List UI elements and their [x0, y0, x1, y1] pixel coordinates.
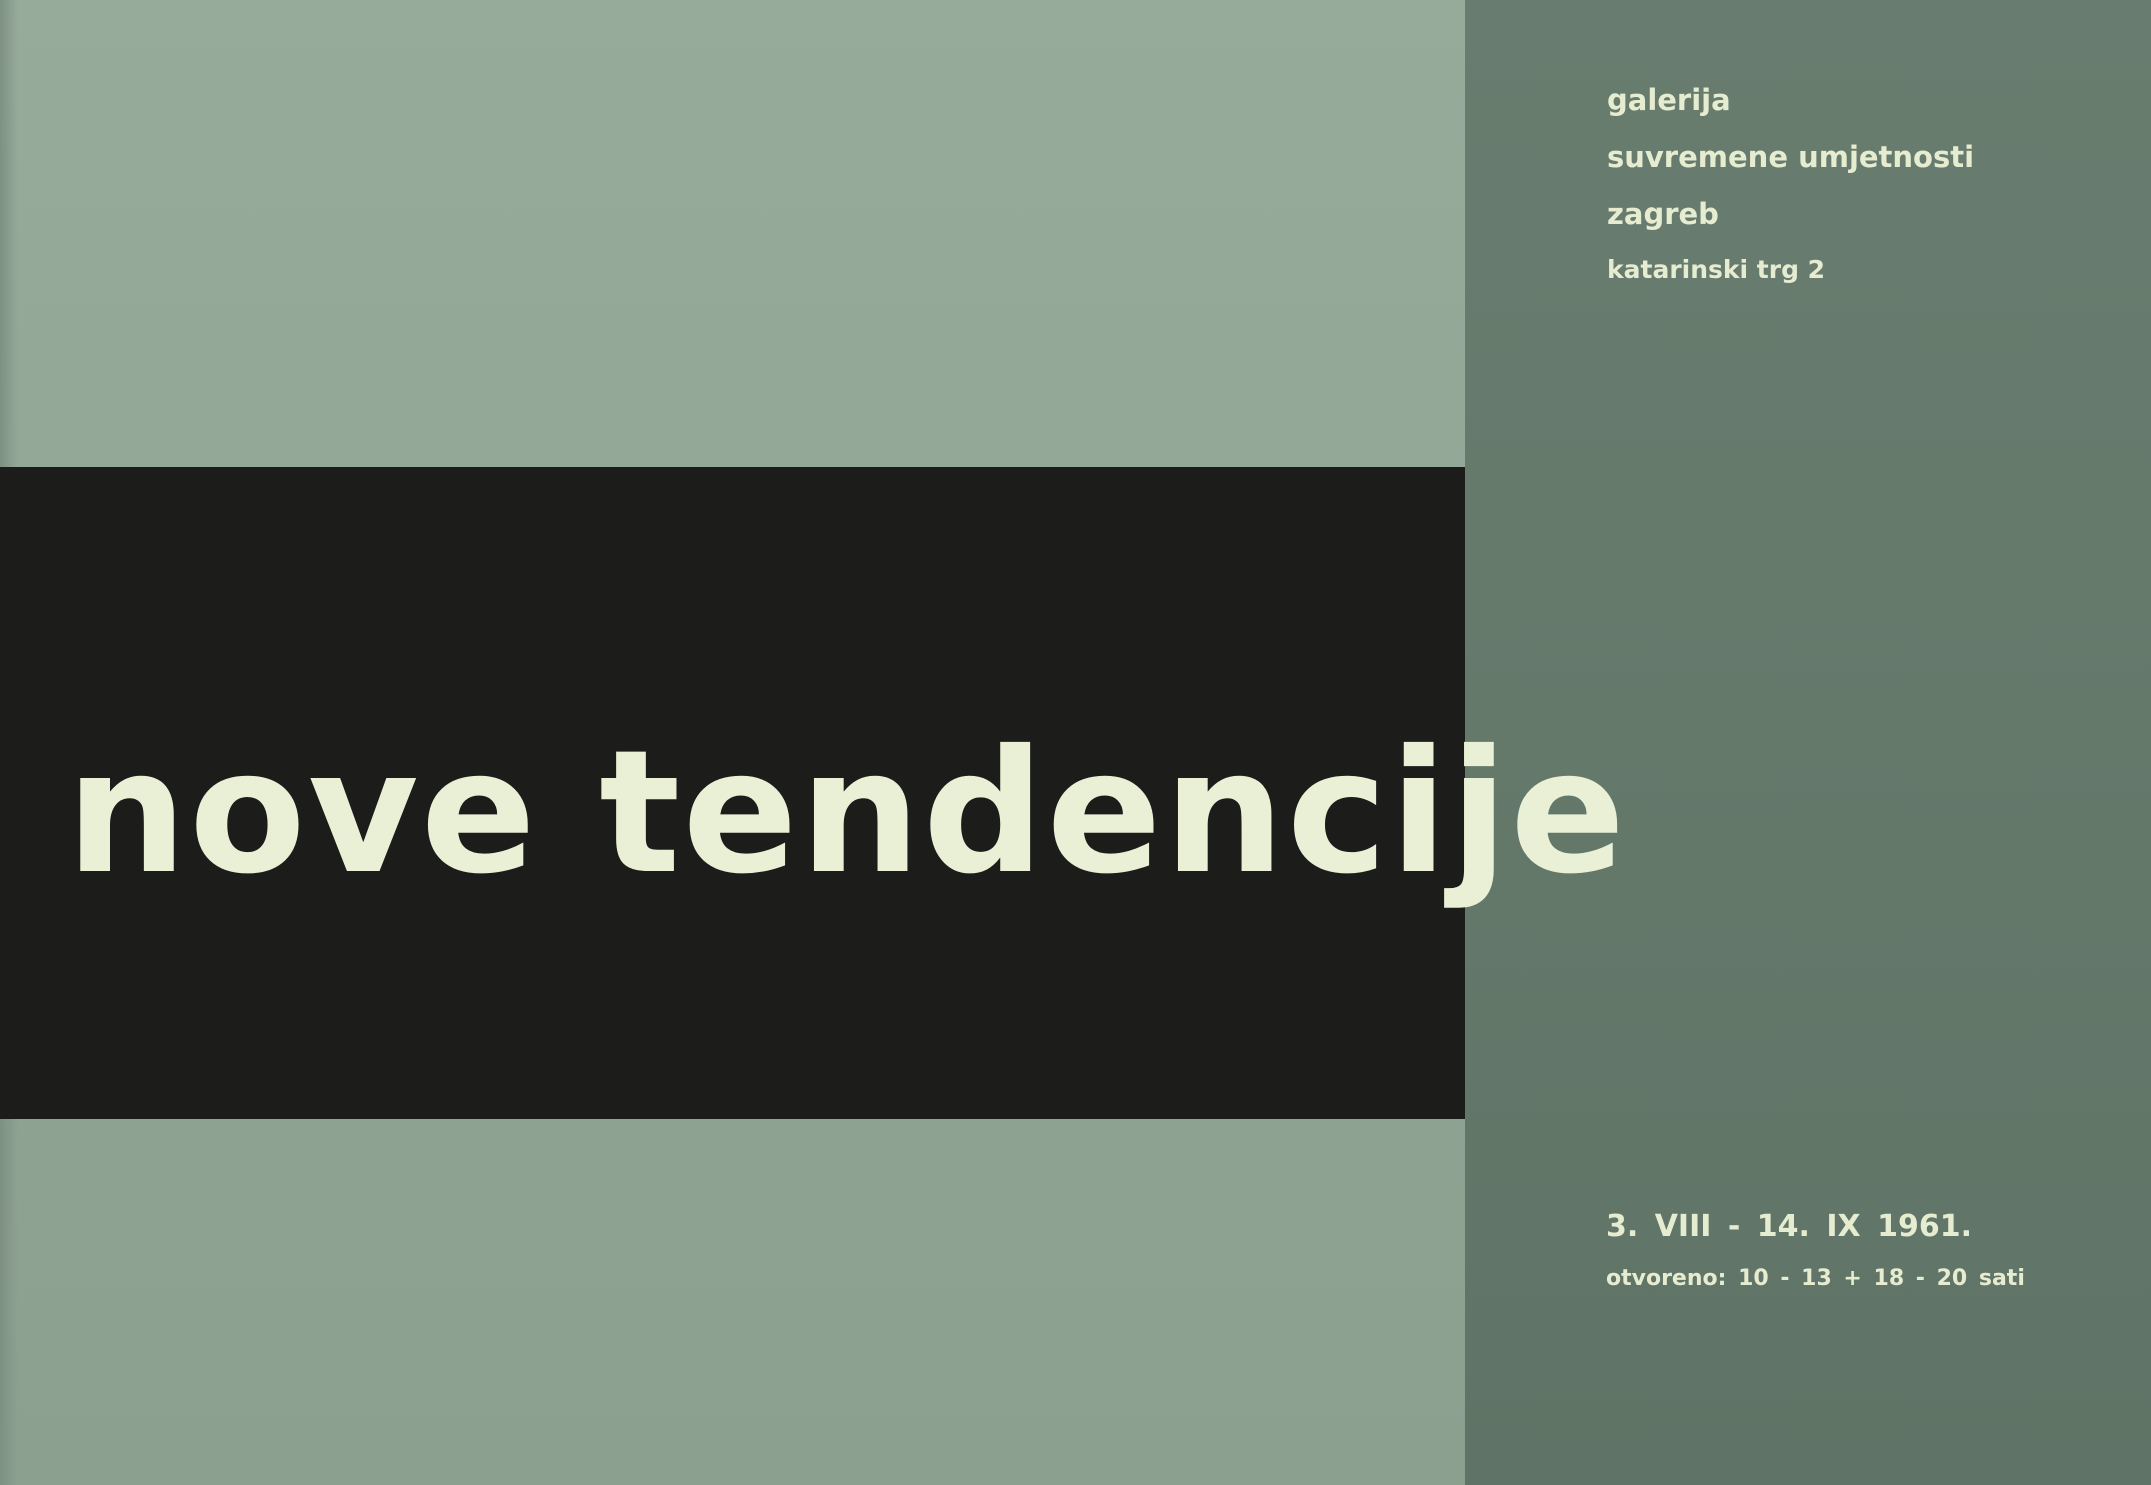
- gallery-city: zagreb: [1607, 197, 1719, 231]
- exhibition-info: 3. VIII - 14. IX 1961. otvoreno: 10 - 13…: [1606, 1212, 2025, 1290]
- exhibition-poster: nove tendencije galerija suvremene umjet…: [0, 0, 2151, 1485]
- gallery-name-line2: suvremene umjetnosti: [1607, 140, 1975, 174]
- gallery-name-line1: galerija: [1607, 83, 1731, 117]
- opening-hours: otvoreno: 10 - 13 + 18 - 20 sati: [1606, 1266, 2025, 1291]
- gallery-info: galerija suvremene umjetnosti zagreb kat…: [1607, 83, 1975, 284]
- gallery-address: katarinski trg 2: [1607, 255, 1826, 284]
- exhibition-dates: 3. VIII - 14. IX 1961.: [1606, 1209, 1972, 1244]
- poster-title: nove tendencije: [66, 714, 1628, 912]
